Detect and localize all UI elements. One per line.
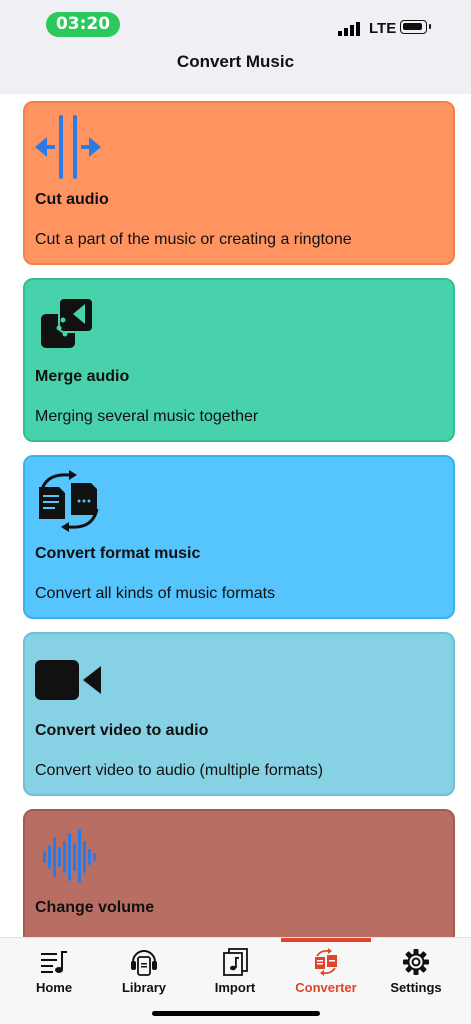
merge-icon	[35, 290, 105, 358]
battery-icon	[400, 20, 431, 34]
network-type: LTE	[369, 20, 397, 37]
tab-library[interactable]: Library	[99, 946, 189, 1002]
sound-wave-icon	[35, 821, 105, 889]
converter-list[interactable]: Cut audio Cut a part of the music or cre…	[0, 94, 471, 937]
card-title: Cut audio	[35, 191, 109, 208]
card-description: Convert video to audio (multiple formats…	[35, 762, 324, 779]
library-icon	[131, 950, 157, 976]
gear-icon	[403, 949, 429, 975]
active-tab-indicator	[281, 938, 371, 942]
merge-audio-card[interactable]: Merge audio Merging several music togeth…	[23, 278, 455, 442]
home-indicator	[152, 1011, 320, 1016]
import-icon	[223, 948, 248, 976]
tab-import[interactable]: Import	[190, 946, 280, 1002]
music-list-icon	[41, 951, 67, 973]
convert-format-card[interactable]: Convert format music Convert all kinds o…	[23, 455, 455, 619]
converter-icon	[315, 948, 337, 976]
status-time: 03:20	[46, 12, 120, 37]
tab-label: Library	[121, 980, 167, 995]
card-title: Convert format music	[35, 545, 201, 562]
cut-audio-icon	[35, 113, 105, 181]
card-title: Change volume	[35, 899, 155, 916]
status-bar: 03:20 LTE	[0, 0, 471, 48]
tab-settings[interactable]: Settings	[371, 946, 461, 1002]
convert-video-card[interactable]: Convert video to audio Convert video to …	[23, 632, 455, 796]
tab-home[interactable]: Home	[9, 946, 99, 1002]
tab-converter[interactable]: Converter	[281, 946, 371, 1002]
tab-label: Import	[214, 980, 256, 995]
video-camera-icon	[35, 644, 105, 712]
card-description: Merging several music together	[35, 408, 259, 425]
tab-label: Converter	[295, 980, 357, 995]
tab-label: Settings	[390, 980, 442, 995]
signal-icon	[338, 22, 362, 36]
card-description: Convert all kinds of music formats	[35, 585, 276, 602]
card-title: Convert video to audio	[35, 722, 209, 739]
card-title: Merge audio	[35, 368, 130, 385]
card-description: Cut a part of the music or creating a ri…	[35, 231, 352, 248]
convert-format-icon	[35, 467, 105, 535]
page-title: Convert Music	[176, 52, 295, 71]
change-volume-card[interactable]: Change volume	[23, 809, 455, 937]
tab-label: Home	[35, 980, 73, 995]
cut-audio-card[interactable]: Cut audio Cut a part of the music or cre…	[23, 101, 455, 265]
